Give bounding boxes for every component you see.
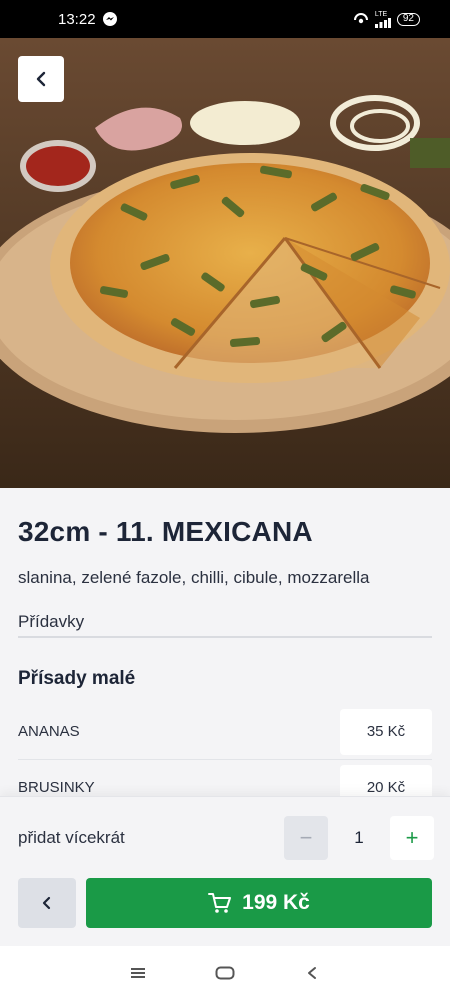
status-right: LTE 92 bbox=[353, 11, 420, 28]
network-type: LTE bbox=[374, 10, 388, 18]
ingredient-row-brusinky: BRUSINKY 20 Kč bbox=[18, 760, 432, 798]
product-details: 32cm - 11. MEXICANA slanina, zelené fazo… bbox=[0, 488, 450, 798]
status-bar: 13:22 LTE 92 bbox=[0, 0, 450, 38]
chevron-left-icon bbox=[42, 896, 51, 910]
ingredient-name: ANANAS bbox=[18, 723, 80, 740]
pizza-photo bbox=[0, 38, 450, 488]
product-title: 32cm - 11. MEXICANA bbox=[18, 516, 313, 547]
ingredient-price-button[interactable]: 20 Kč bbox=[340, 764, 432, 798]
back-button[interactable] bbox=[18, 56, 64, 102]
increase-button[interactable]: + bbox=[390, 816, 434, 860]
status-time: 13:22 bbox=[58, 10, 96, 28]
order-panel: přidat vícekrát − 1 + 199 Kč bbox=[0, 796, 450, 946]
messenger-icon bbox=[102, 12, 117, 26]
chevron-left-icon bbox=[36, 71, 46, 87]
add-to-cart-button[interactable]: 199 Kč bbox=[86, 878, 432, 928]
ingredients-section-title: Přísady malé bbox=[18, 668, 136, 689]
ingredient-price-button[interactable]: 35 Kč bbox=[340, 708, 432, 755]
ingredient-name: BRUSINKY bbox=[18, 779, 95, 796]
cart-icon bbox=[208, 893, 232, 913]
battery-icon: 92 bbox=[396, 12, 420, 26]
action-row: 199 Kč bbox=[18, 878, 432, 928]
home-icon[interactable] bbox=[210, 958, 240, 988]
pizza-illustration bbox=[0, 38, 450, 488]
quantity-value: 1 bbox=[354, 828, 364, 847]
hotspot-icon bbox=[353, 13, 368, 24]
signal-group: LTE bbox=[374, 10, 391, 28]
quantity-row: přidat vícekrát − 1 + bbox=[18, 815, 434, 861]
cart-total: 199 Kč bbox=[242, 891, 310, 914]
status-left: 13:22 bbox=[58, 11, 117, 28]
back-icon[interactable] bbox=[297, 958, 327, 988]
quantity-label: přidat vícekrát bbox=[18, 828, 125, 847]
ingredient-list: ANANAS 35 Kč BRUSINKY 20 Kč bbox=[18, 704, 432, 798]
signal-icon bbox=[374, 17, 391, 28]
system-nav-bar bbox=[0, 946, 450, 1000]
menu-icon[interactable] bbox=[123, 958, 153, 988]
back-button-bottom[interactable] bbox=[18, 878, 76, 928]
ingredient-row-ananas: ANANAS 35 Kč bbox=[18, 704, 432, 760]
quantity-stepper: − 1 + bbox=[284, 816, 434, 860]
extras-tab[interactable]: Přídavky bbox=[18, 612, 432, 638]
decrease-button[interactable]: − bbox=[284, 816, 328, 860]
product-description: slanina, zelené fazole, chilli, cibule, … bbox=[18, 568, 370, 587]
